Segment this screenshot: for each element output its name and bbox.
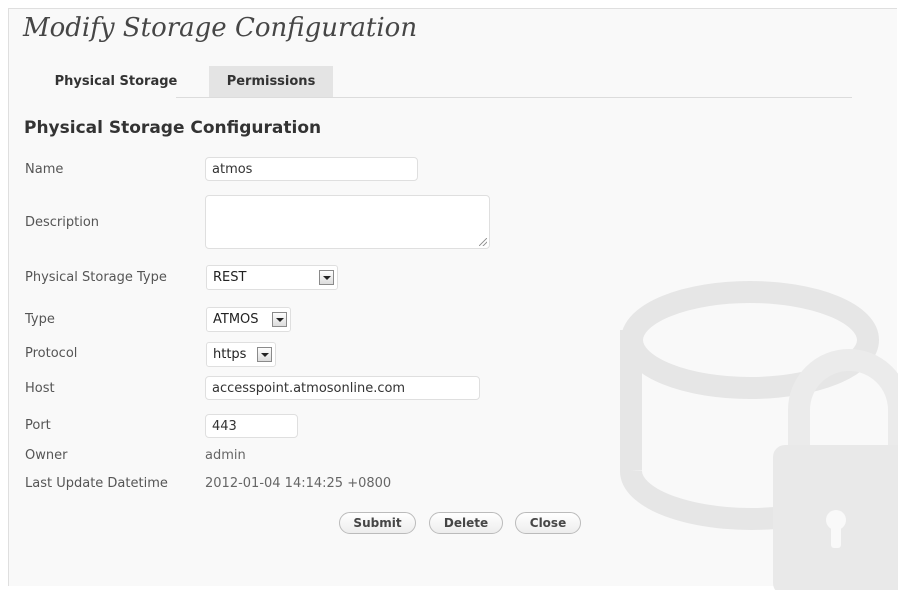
type-value: ATMOS — [213, 312, 259, 327]
name-label: Name — [25, 162, 64, 177]
resize-grip-icon[interactable] — [479, 238, 487, 246]
port-input[interactable] — [205, 414, 298, 438]
tab-physical-storage[interactable]: Physical Storage — [33, 66, 199, 98]
description-textarea[interactable] — [205, 195, 490, 249]
protocol-value: https — [213, 347, 247, 362]
page-title: Modify Storage Configuration — [23, 13, 418, 43]
submit-button[interactable]: Submit — [339, 512, 416, 534]
last-update-label: Last Update Datetime — [25, 476, 168, 491]
physical-storage-type-select[interactable]: REST — [206, 265, 338, 290]
owner-value: admin — [205, 448, 246, 463]
last-update-value: 2012-01-04 14:14:25 +0800 — [205, 476, 392, 491]
name-input[interactable] — [205, 157, 418, 181]
close-button[interactable]: Close — [515, 512, 581, 534]
type-label: Type — [25, 312, 55, 327]
port-label: Port — [25, 418, 51, 433]
tab-divider — [176, 97, 852, 98]
chevron-down-icon[interactable] — [272, 312, 287, 327]
host-label: Host — [25, 381, 55, 396]
chevron-down-icon[interactable] — [257, 347, 272, 362]
physical-storage-type-value: REST — [213, 270, 247, 285]
host-input[interactable] — [205, 376, 480, 400]
type-select[interactable]: ATMOS — [206, 307, 291, 332]
section-title: Physical Storage Configuration — [24, 118, 322, 138]
description-label: Description — [25, 215, 100, 230]
protocol-select[interactable]: https — [206, 342, 276, 367]
physical-storage-type-label: Physical Storage Type — [25, 270, 167, 285]
tab-permissions[interactable]: Permissions — [209, 66, 333, 98]
owner-label: Owner — [25, 448, 68, 463]
delete-button[interactable]: Delete — [429, 512, 503, 534]
storage-lock-icon — [595, 270, 898, 594]
chevron-down-icon[interactable] — [319, 270, 334, 285]
protocol-label: Protocol — [25, 346, 78, 361]
